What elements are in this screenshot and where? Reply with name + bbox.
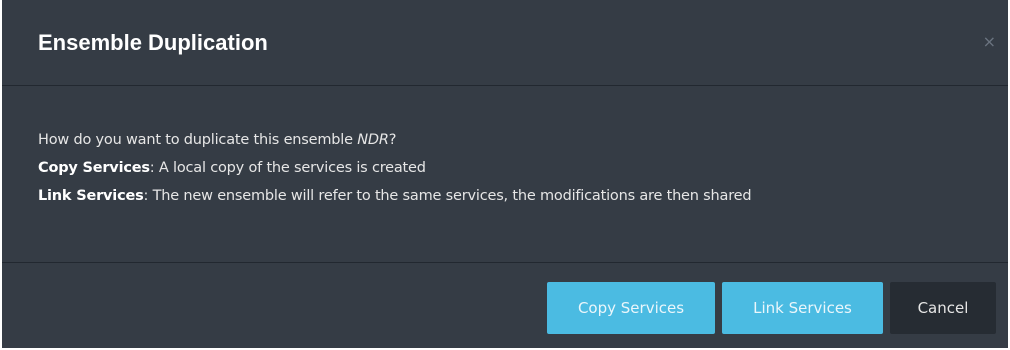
close-icon[interactable]: × <box>983 34 996 50</box>
footer-divider <box>2 262 1008 263</box>
link-desc: : The new ensemble will refer to the sam… <box>143 188 752 204</box>
ensemble-name: NDR <box>357 132 389 148</box>
copy-term: Copy Services <box>38 160 150 176</box>
copy-desc: : A local copy of the services is create… <box>149 160 426 176</box>
cancel-button[interactable]: Cancel <box>890 282 996 334</box>
dialog-body: How do you want to duplicate this ensemb… <box>38 126 988 210</box>
question-text: How do you want to duplicate this ensemb… <box>38 126 988 154</box>
link-services-button[interactable]: Link Services <box>722 282 883 334</box>
question-suffix: ? <box>388 132 397 148</box>
dialog-title: Ensemble Duplication <box>38 30 268 55</box>
link-option-description: Link Services: The new ensemble will ref… <box>38 182 988 210</box>
question-prefix: How do you want to duplicate this ensemb… <box>38 132 358 148</box>
link-term: Link Services <box>38 188 144 204</box>
copy-services-button[interactable]: Copy Services <box>547 282 715 334</box>
ensemble-duplication-dialog: Ensemble Duplication × How do you want t… <box>2 0 1008 348</box>
copy-option-description: Copy Services: A local copy of the servi… <box>38 154 988 182</box>
dialog-header: Ensemble Duplication × <box>2 0 1008 86</box>
